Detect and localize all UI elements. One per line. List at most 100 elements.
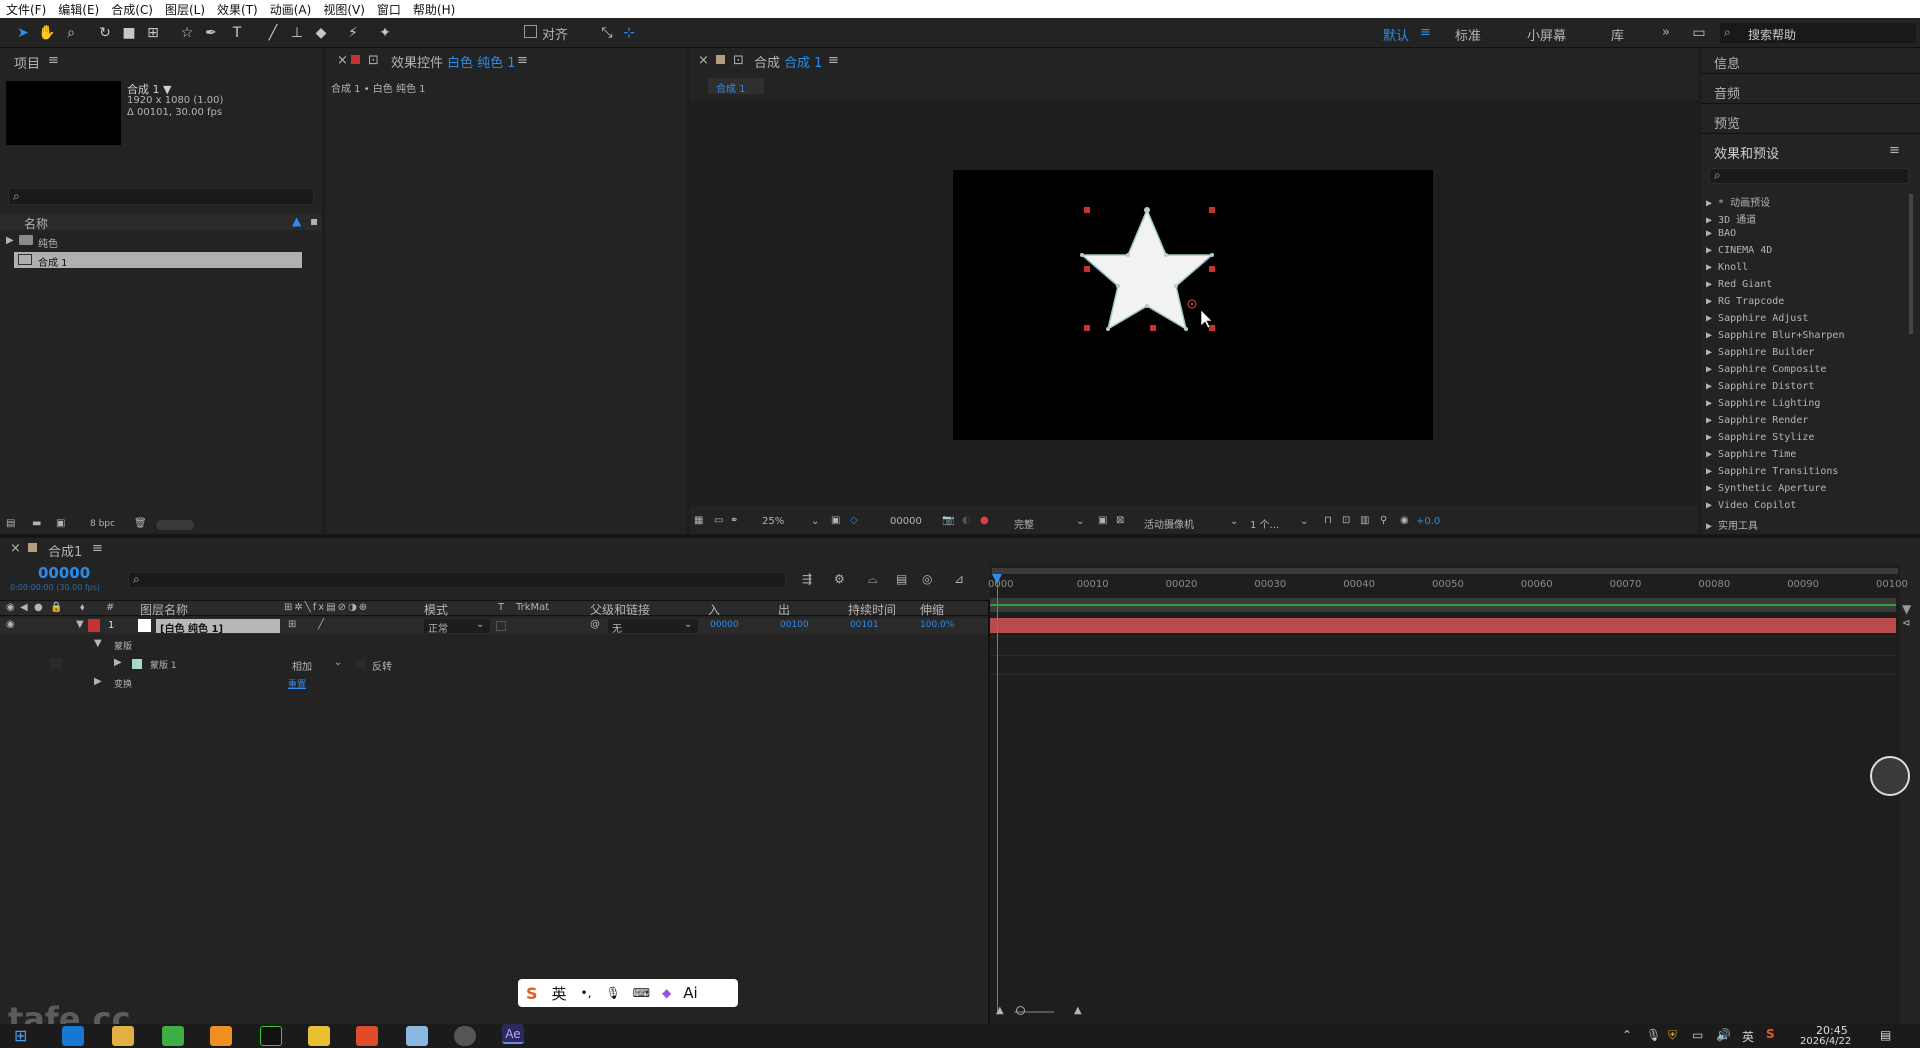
reset-link[interactable]: 重置 [288, 677, 306, 690]
effects-category-item[interactable]: ▶ Sapphire Distort [1706, 381, 1814, 392]
star-tool-icon[interactable]: ☆ [176, 22, 198, 44]
microphone-tray-icon[interactable]: 🎙 [1646, 1028, 1661, 1042]
effects-category-item[interactable]: ▶ * 动画预设 [1706, 194, 1770, 209]
work-area-bar[interactable] [992, 568, 1898, 574]
layer-name-field[interactable]: [白色 纯色 1] [156, 619, 280, 635]
expand-arrow-icon[interactable]: ▶ [1706, 198, 1718, 209]
channels-icon[interactable]: ● [980, 515, 989, 526]
duration-header[interactable]: 持续时间 [848, 601, 896, 618]
app-music-icon[interactable] [260, 1026, 282, 1046]
expand-arrow-icon[interactable]: ▶ [1706, 347, 1718, 358]
zoom-in-icon[interactable]: ▲ [1074, 1005, 1082, 1016]
snap-option-icon[interactable]: ⊹ [618, 22, 640, 44]
timeline-tab[interactable]: 合成1 [48, 541, 82, 560]
layer-label-color[interactable] [88, 619, 100, 632]
effects-category-item[interactable]: ▶ Sapphire Blur+Sharpen [1706, 330, 1844, 341]
expand-masks-icon[interactable]: ▼ [94, 638, 102, 649]
roi-icon[interactable]: ◇ [850, 515, 858, 526]
views-select[interactable]: 1 个... [1250, 516, 1279, 531]
column-options-icon[interactable]: ▪ [310, 214, 318, 228]
expand-arrow-icon[interactable]: ▶ [1706, 313, 1718, 324]
expand-layer-icon[interactable]: ▼ [76, 619, 84, 630]
zoom-tool-icon[interactable]: ⌕ [60, 22, 82, 44]
flowchart-icon[interactable]: ⚲ [1380, 515, 1387, 526]
always-preview-icon[interactable]: ▦ [694, 515, 703, 526]
interpret-footage-icon[interactable]: ▤ [6, 518, 15, 529]
timeline-timecode[interactable]: 00000 [38, 564, 90, 582]
transform-group-row[interactable]: ▶ 变换 重置 [0, 675, 988, 691]
layer-duration[interactable]: 00101 [850, 620, 879, 630]
ime-ai[interactable]: Ai [683, 984, 697, 1002]
panel-menu-icon[interactable]: ≡ [48, 53, 59, 68]
snapshot-icon[interactable]: 📷 [942, 515, 954, 526]
expand-arrow-icon[interactable]: ▶ [1706, 215, 1718, 226]
mask-1-row[interactable]: ▶ 蒙版 1 相加 ⌄ 反转 [0, 656, 988, 673]
views-dropdown-icon[interactable]: ⌄ [1300, 516, 1308, 527]
notifications-icon[interactable]: ▤ [1880, 1028, 1891, 1042]
viewer-area[interactable] [690, 100, 1698, 506]
layer-in-point[interactable]: 00000 [710, 620, 739, 630]
expand-arrow-icon[interactable]: ▶ [1706, 364, 1718, 375]
layer-row[interactable]: ◉ ▼ 1 [白色 纯色 1] ⊞ ╱ 正常 ⌄ @ 无 ⌄ 00000 001… [0, 618, 988, 635]
audio-panel-tab[interactable]: 音频 [1714, 83, 1740, 102]
current-time-indicator[interactable] [997, 574, 998, 1014]
project-search-input[interactable]: ⌕ [8, 188, 314, 205]
effects-presets-title[interactable]: 效果和预设 [1714, 143, 1779, 162]
stretch-header[interactable]: 伸缩 [920, 601, 944, 618]
app-notes-icon[interactable] [406, 1026, 428, 1046]
workspace-library[interactable]: 库 [1611, 25, 1624, 44]
menu-composition[interactable]: 合成(C) [111, 1, 153, 18]
resolution-select[interactable]: 完整 [1014, 516, 1034, 531]
effects-category-item[interactable]: ▶ Sapphire Stylize [1706, 432, 1814, 443]
zoom-select[interactable]: 25% [762, 516, 784, 527]
effects-category-item[interactable]: ▶ Sapphire Lighting [1706, 398, 1820, 409]
close-icon[interactable]: × [10, 541, 21, 556]
sync-settings-icon[interactable]: ▭ [1688, 22, 1710, 44]
effects-category-item[interactable]: ▶ 实用工具 [1706, 517, 1758, 532]
trkmat-toggle[interactable] [496, 621, 506, 631]
menu-animation[interactable]: 动画(A) [270, 1, 312, 18]
effects-category-item[interactable]: ▶ Synthetic Aperture [1706, 483, 1826, 494]
shy-switch-icon[interactable]: ⊞ [288, 619, 296, 630]
after-effects-icon[interactable]: Ae [502, 1024, 524, 1044]
new-comp-icon[interactable]: ▣ [56, 518, 65, 529]
blend-mode-select[interactable]: 正常 ⌄ [424, 619, 490, 635]
keyboard-icon[interactable]: ⌨ [633, 986, 650, 1000]
edge-browser-icon[interactable] [62, 1026, 84, 1046]
effects-category-item[interactable]: ▶ RG Trapcode [1706, 296, 1784, 307]
expand-arrow-icon[interactable]: ▶ [1706, 296, 1718, 307]
microphone-icon[interactable]: 🎙 [605, 986, 620, 1000]
thumbnail-slider[interactable] [156, 520, 194, 530]
solo-switch-icon[interactable]: ● [34, 602, 43, 613]
masks-group-row[interactable]: ▼ 蒙版 [0, 637, 988, 653]
volume-tray-icon[interactable]: 🔊 [1716, 1028, 1731, 1042]
effect-controls-layer[interactable]: 白色 纯色 1 [447, 52, 516, 71]
selection-tool-icon[interactable]: ➤ [12, 22, 34, 44]
work-area-range[interactable] [990, 598, 1896, 612]
effects-category-item[interactable]: ▶ Sapphire Composite [1706, 364, 1826, 375]
lock-icon[interactable]: ⊡ [733, 53, 744, 68]
effects-category-item[interactable]: ▶ Sapphire Adjust [1706, 313, 1808, 324]
motion-blur-icon[interactable]: ◎ [922, 572, 932, 586]
expand-arrow-icon[interactable]: ▶ [1706, 466, 1718, 477]
transparency-grid-icon[interactable]: ▣ [1098, 515, 1107, 526]
graph-editor-icon[interactable]: ⊿ [954, 572, 964, 586]
clone-stamp-tool-icon[interactable]: ⊥ [286, 22, 308, 44]
align-checkbox[interactable] [524, 25, 537, 38]
zoom-dropdown-icon[interactable]: ⌄ [811, 516, 819, 527]
effects-category-item[interactable]: ▶ 3D 通道 [1706, 211, 1756, 226]
expand-arrow-icon[interactable]: ▶ [1706, 521, 1718, 532]
project-item-comp[interactable]: 合成 1 [14, 252, 302, 269]
layer-out-point[interactable]: 00100 [780, 620, 809, 630]
menu-help[interactable]: 帮助(H) [413, 1, 455, 18]
expand-arrow-icon[interactable]: ▶ [6, 235, 14, 246]
trash-icon[interactable]: 🗑 [134, 518, 147, 529]
effects-category-item[interactable]: ▶ BAO [1706, 228, 1736, 239]
effect-controls-tab[interactable]: 效果控件 [391, 52, 443, 71]
show-hidden-icons[interactable]: ⌃ [1622, 1028, 1632, 1042]
display-icon[interactable]: ▭ [714, 515, 723, 526]
menu-view[interactable]: 视图(V) [323, 1, 365, 18]
windows-start-icon[interactable]: ⊞ [14, 1026, 27, 1045]
security-tray-icon[interactable]: ⛨ [1668, 1028, 1677, 1043]
anchor-point-icon[interactable] [1187, 299, 1197, 309]
